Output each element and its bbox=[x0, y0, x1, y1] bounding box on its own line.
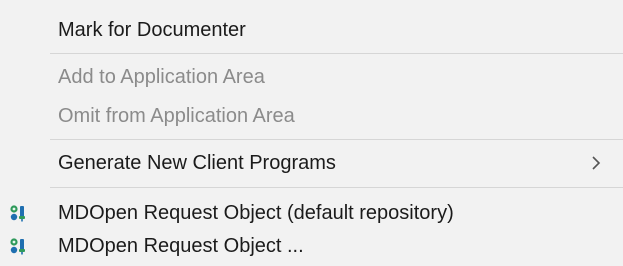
menu-item-label: MDOpen Request Object (default repositor… bbox=[58, 202, 454, 224]
menu-item-mark-for-documenter[interactable]: Mark for Documenter bbox=[0, 13, 623, 47]
chevron-right-icon bbox=[592, 156, 601, 170]
menu-item-label: Omit from Application Area bbox=[58, 105, 295, 127]
menu-separator bbox=[50, 187, 623, 188]
menu-separator bbox=[50, 53, 623, 54]
menu-item-generate-new-client-programs[interactable]: Generate New Client Programs bbox=[0, 146, 623, 180]
menu-item-mdopen-request-object-default[interactable]: MDOpen Request Object (default repositor… bbox=[0, 196, 623, 230]
request-object-icon bbox=[10, 238, 25, 255]
menu-item-label: Mark for Documenter bbox=[58, 19, 246, 41]
menu-item-mdopen-request-object[interactable]: MDOpen Request Object ... bbox=[0, 229, 623, 263]
request-object-icon bbox=[10, 205, 25, 222]
context-menu: Mark for Documenter Add to Application A… bbox=[0, 0, 623, 266]
menu-item-add-to-application-area: Add to Application Area bbox=[0, 60, 623, 94]
menu-item-omit-from-application-area: Omit from Application Area bbox=[0, 99, 623, 133]
menu-separator bbox=[50, 139, 623, 140]
menu-item-label: Generate New Client Programs bbox=[58, 152, 336, 174]
menu-item-label: Add to Application Area bbox=[58, 66, 265, 88]
menu-item-label: MDOpen Request Object ... bbox=[58, 235, 304, 257]
